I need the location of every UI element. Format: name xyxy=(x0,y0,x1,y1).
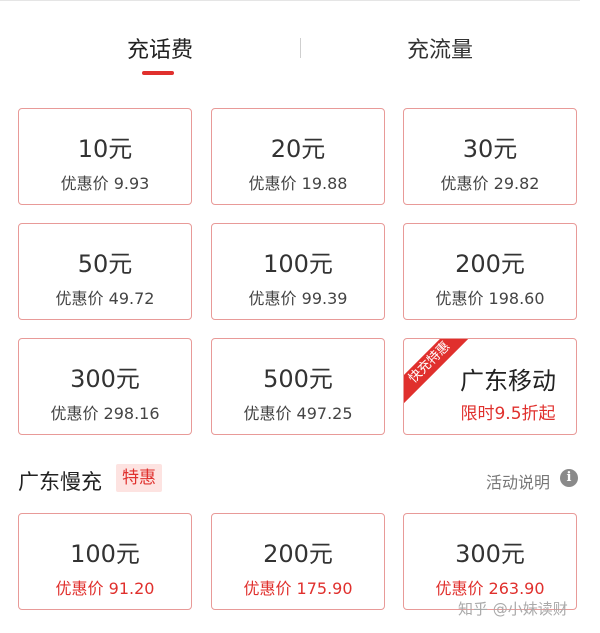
promo-subtitle: 限时9.5折起 xyxy=(460,404,556,424)
card-amount: 10元 xyxy=(77,135,133,163)
slow-recharge-header: 广东慢充 特惠 活动说明 i xyxy=(18,460,580,500)
card-amount: 200元 xyxy=(263,540,333,568)
watermark: 知乎 @小妹读财 xyxy=(458,600,568,618)
card-price: 优惠价 298.16 xyxy=(50,404,160,423)
tab-bar: 充话费 充流量 xyxy=(0,0,600,100)
card-amount: 100元 xyxy=(70,540,140,568)
card-price: 优惠价 9.93 xyxy=(60,174,150,193)
recharge-option-card[interactable]: 20元 优惠价 19.88 xyxy=(211,108,385,205)
card-price: 优惠价 91.20 xyxy=(55,579,155,598)
recharge-option-card[interactable]: 500元 优惠价 497.25 xyxy=(211,338,385,435)
promo-card[interactable]: 快充特惠 广东移动 限时9.5折起 xyxy=(403,338,577,435)
card-price: 优惠价 49.72 xyxy=(55,289,155,308)
tab-recharge-data[interactable]: 充流量 xyxy=(380,32,500,64)
card-amount: 30元 xyxy=(462,135,518,163)
card-price: 优惠价 29.82 xyxy=(440,174,540,193)
card-price: 优惠价 198.60 xyxy=(435,289,545,308)
recharge-option-card[interactable]: 300元 优惠价 298.16 xyxy=(18,338,192,435)
card-amount: 300元 xyxy=(455,540,525,568)
activity-info-link[interactable]: 活动说明 xyxy=(486,469,550,493)
card-price: 优惠价 263.90 xyxy=(435,579,545,598)
card-price: 优惠价 19.88 xyxy=(248,174,348,193)
card-price: 优惠价 497.25 xyxy=(243,404,353,423)
info-icon[interactable]: i xyxy=(560,469,578,487)
card-amount: 500元 xyxy=(263,365,333,393)
recharge-option-card[interactable]: 50元 优惠价 49.72 xyxy=(18,223,192,320)
promo-title: 广东移动 xyxy=(460,367,556,395)
tab-divider xyxy=(300,38,301,58)
section-title: 广东慢充 xyxy=(18,470,102,494)
card-amount: 300元 xyxy=(70,365,140,393)
card-price: 优惠价 175.90 xyxy=(243,579,353,598)
special-offer-badge: 特惠 xyxy=(116,464,162,492)
card-amount: 100元 xyxy=(263,250,333,278)
recharge-option-card[interactable]: 200元 优惠价 198.60 xyxy=(403,223,577,320)
card-amount: 50元 xyxy=(77,250,133,278)
recharge-option-card[interactable]: 10元 优惠价 9.93 xyxy=(18,108,192,205)
recharge-option-card[interactable]: 100元 优惠价 99.39 xyxy=(211,223,385,320)
recharge-option-card[interactable]: 30元 优惠价 29.82 xyxy=(403,108,577,205)
card-amount: 20元 xyxy=(270,135,326,163)
card-price: 优惠价 99.39 xyxy=(248,289,348,308)
active-tab-indicator xyxy=(142,71,174,75)
tab-recharge-credit[interactable]: 充话费 xyxy=(100,32,220,64)
slow-recharge-card[interactable]: 100元 优惠价 91.20 xyxy=(18,513,192,610)
slow-recharge-card[interactable]: 200元 优惠价 175.90 xyxy=(211,513,385,610)
slow-recharge-card[interactable]: 300元 优惠价 263.90 xyxy=(403,513,577,610)
card-amount: 200元 xyxy=(455,250,525,278)
